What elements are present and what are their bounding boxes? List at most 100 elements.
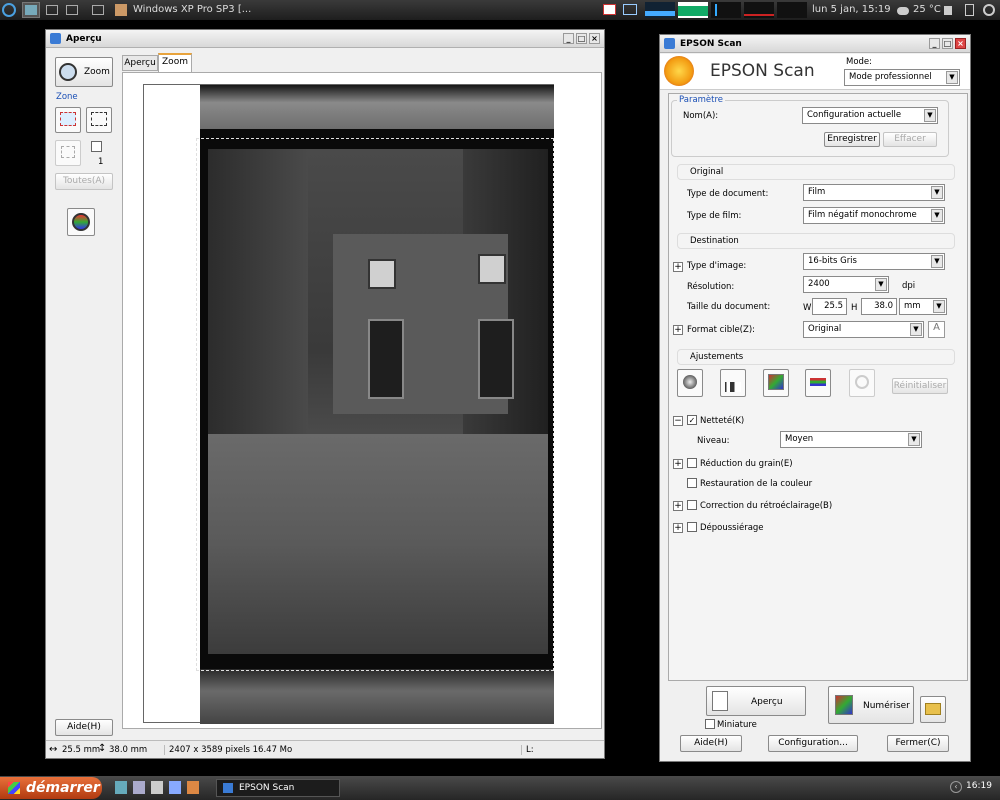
net-graph: [711, 2, 741, 18]
preview-titlebar[interactable]: Aperçu _ □ ×: [46, 30, 604, 48]
resolution-label: Résolution:: [687, 282, 735, 292]
marquee-copy-icon[interactable]: [86, 107, 112, 133]
task-title[interactable]: Windows XP Pro SP3 [...: [133, 2, 258, 18]
expand-icon[interactable]: +: [673, 325, 683, 335]
thumbnail-checkbox[interactable]: [705, 719, 715, 729]
app-launcher-icon[interactable]: [22, 2, 40, 18]
all-zones-button[interactable]: Toutes(A): [55, 173, 113, 190]
film-frame-top: [200, 85, 554, 129]
resolution-select[interactable]: 2400 ▼: [803, 276, 889, 293]
zoom-magnifier-icon: [59, 63, 77, 81]
mode-value: Mode professionnel: [849, 72, 932, 82]
tab-apercu[interactable]: Aperçu: [122, 55, 158, 71]
clock[interactable]: lun 5 jan, 15:19: [812, 2, 897, 18]
marquee-select-icon[interactable]: [55, 107, 81, 133]
auto-locate-icon[interactable]: [55, 140, 81, 166]
tray-expand-icon[interactable]: ‹: [950, 781, 962, 793]
width-input[interactable]: 25.5: [812, 298, 847, 315]
height-arrow-icon: ↕: [98, 743, 107, 754]
image-type-label: Type d'image:: [687, 261, 747, 271]
status-pixels: 2407 x 3589 pixels 16.47 Mo: [164, 745, 292, 755]
film-type-value: Film négatif monochrome: [808, 210, 917, 220]
histogram-icon[interactable]: [720, 369, 746, 397]
doc-type-label: Type de document:: [687, 189, 769, 199]
ie-icon[interactable]: [115, 781, 127, 794]
save-button[interactable]: Enregistrer: [824, 132, 880, 147]
expand-icon[interactable]: +: [673, 459, 683, 469]
mode-select[interactable]: Mode professionnel ▼: [844, 69, 960, 86]
target-edit-icon[interactable]: A: [928, 321, 945, 338]
minimize-icon[interactable]: _: [563, 33, 574, 44]
start-button[interactable]: démarrer: [0, 777, 102, 799]
expand-icon[interactable]: +: [673, 523, 683, 533]
quicklaunch-icon[interactable]: [169, 781, 181, 794]
mail-icon[interactable]: [603, 2, 617, 18]
chevron-down-icon: ▼: [931, 209, 943, 222]
color-restore-checkbox[interactable]: [687, 478, 697, 488]
menu-icon[interactable]: [2, 2, 18, 18]
film-type-label: Type de film:: [687, 211, 742, 221]
temperature: 25 °C: [913, 4, 941, 15]
scanner-icon: [664, 38, 675, 49]
expand-icon[interactable]: +: [673, 262, 683, 272]
reset-button[interactable]: Réinitialiser: [892, 378, 948, 394]
epson-help-button[interactable]: Aide(H): [680, 735, 742, 752]
cpu-graph: [645, 2, 675, 18]
maximize-icon[interactable]: □: [942, 38, 953, 49]
width-arrow-icon: ↔: [49, 744, 58, 755]
close-icon[interactable]: ×: [955, 38, 966, 49]
sharpness-checkbox[interactable]: ✓: [687, 415, 697, 425]
trash-icon[interactable]: [965, 2, 977, 18]
quicklaunch-icon[interactable]: [187, 781, 199, 794]
height-input[interactable]: 38.0: [861, 298, 897, 315]
minimize-icon[interactable]: _: [929, 38, 940, 49]
name-select[interactable]: Configuration actuelle ▼: [802, 107, 938, 124]
name-label: Nom(A):: [683, 111, 719, 121]
delete-button[interactable]: Effacer: [883, 132, 937, 147]
close-icon[interactable]: ×: [589, 33, 600, 44]
level-select[interactable]: Moyen ▼: [780, 431, 922, 448]
tab-zoom[interactable]: Zoom: [158, 53, 192, 72]
grain-checkbox[interactable]: [687, 458, 697, 468]
scan-button[interactable]: Numériser: [828, 686, 914, 724]
config-button[interactable]: Configuration...: [768, 735, 858, 752]
target-select[interactable]: Original ▼: [803, 321, 924, 338]
memory-graph: [678, 2, 708, 18]
start-label: démarrer: [26, 780, 100, 796]
expand-icon[interactable]: +: [673, 501, 683, 511]
color-palette-icon[interactable]: [849, 369, 875, 397]
desktop-icon[interactable]: [46, 2, 60, 18]
epson-titlebar[interactable]: EPSON Scan _ □ ×: [660, 35, 970, 53]
status-height: 38.0 mm: [109, 745, 148, 755]
chevron-down-icon: ▼: [908, 433, 920, 446]
quicklaunch-icon[interactable]: [151, 781, 163, 794]
doc-type-select[interactable]: Film ▼: [803, 184, 945, 201]
preview-button[interactable]: Aperçu: [706, 686, 806, 716]
network-icon[interactable]: [623, 2, 639, 18]
unit-select[interactable]: mm ▼: [899, 298, 947, 315]
auto-exposure-icon[interactable]: [677, 369, 703, 397]
collapse-icon[interactable]: −: [673, 416, 683, 426]
marquee-selection[interactable]: [196, 138, 554, 671]
backlight-checkbox[interactable]: [687, 500, 697, 510]
volume-icon[interactable]: [944, 2, 956, 18]
image-type-select[interactable]: 16-bits Gris ▼: [803, 253, 945, 270]
color-restore-label: Restauration de la couleur: [700, 479, 813, 489]
power-icon[interactable]: [983, 2, 997, 18]
film-type-select[interactable]: Film négatif monochrome ▼: [803, 207, 945, 224]
taskbar-task-epson[interactable]: EPSON Scan: [216, 779, 340, 797]
folder-icon[interactable]: [920, 696, 946, 723]
close-button[interactable]: Fermer(C): [887, 735, 949, 752]
quicklaunch-icon[interactable]: [133, 781, 145, 794]
workspace-icon-2[interactable]: [92, 2, 106, 18]
color-balance-icon[interactable]: [805, 369, 831, 397]
preview-help-button[interactable]: Aide(H): [55, 719, 113, 736]
maximize-icon[interactable]: □: [576, 33, 587, 44]
preview-canvas[interactable]: [143, 84, 554, 724]
image-adjust-icon[interactable]: [67, 208, 95, 236]
tone-curve-icon[interactable]: [763, 369, 789, 397]
dust-checkbox[interactable]: [687, 522, 697, 532]
workspace-icon[interactable]: [66, 2, 80, 18]
zoom-button[interactable]: Zoom: [55, 57, 113, 87]
zone-label: Zone: [56, 92, 78, 102]
